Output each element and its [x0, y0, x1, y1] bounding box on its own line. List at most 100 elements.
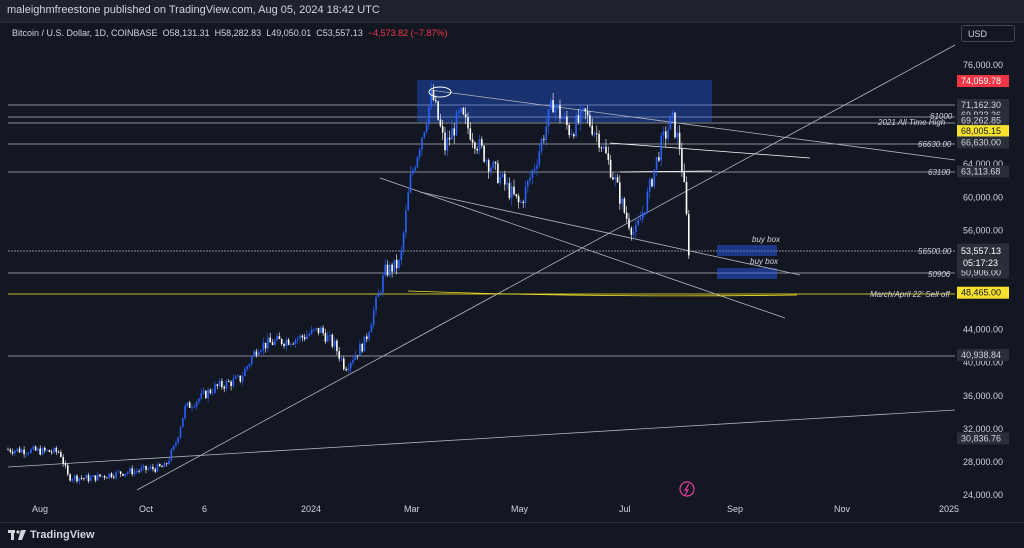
candle-body — [280, 339, 283, 345]
candle-body — [476, 148, 478, 151]
candle-body — [96, 474, 99, 481]
candle-body — [623, 198, 626, 213]
candle-body — [16, 448, 18, 451]
candle-body — [343, 358, 345, 370]
candle-body — [57, 451, 60, 453]
time-tick-label: Sep — [727, 504, 743, 514]
candle-body — [554, 106, 557, 113]
time-axis[interactable]: Aug Oct 6 2024 Mar May Jul Sep Nov 2025 — [32, 504, 959, 514]
candle-body — [648, 179, 651, 192]
candle-body — [423, 132, 426, 138]
price-tag-label: 66,630.00 — [961, 137, 1001, 147]
candle-body — [44, 447, 46, 451]
candle-body — [602, 146, 605, 149]
candle-body — [285, 339, 288, 347]
candle-body — [276, 336, 278, 341]
candle-body — [113, 477, 115, 478]
candle-body — [418, 149, 421, 158]
candle-body — [552, 100, 554, 113]
candle-body — [658, 157, 660, 161]
candle-body — [170, 449, 173, 461]
candle-body — [524, 186, 527, 204]
candle-body — [149, 466, 152, 469]
chart-area[interactable]: 61000 2021 All Time High 66630.00 63100 … — [0, 22, 1024, 522]
candle-body — [361, 343, 363, 352]
candle-body — [142, 465, 145, 468]
candle-body — [395, 259, 398, 269]
candle-body — [377, 292, 380, 298]
candle-body — [324, 333, 327, 342]
candle-body — [487, 160, 490, 172]
candle-body — [267, 337, 269, 349]
candle-body — [632, 231, 635, 235]
candle-body — [23, 449, 25, 455]
candle-body — [299, 335, 301, 339]
candle-body — [278, 336, 281, 340]
candle-body — [520, 201, 522, 203]
candle-body — [110, 473, 113, 478]
candle-body — [94, 475, 97, 481]
candle-body — [605, 146, 607, 154]
candle-body — [460, 107, 462, 112]
candle-body — [198, 398, 200, 402]
candle-body — [504, 173, 506, 185]
candle-body — [568, 125, 570, 136]
candle-body — [30, 449, 32, 454]
annotation-buy-box-2: buy box — [750, 257, 779, 266]
candle-body — [191, 407, 193, 408]
trendline-resistance — [609, 142, 811, 159]
candle-body — [667, 129, 669, 139]
price-tick-label: 60,000.00 — [963, 192, 1003, 202]
candle-body — [681, 149, 683, 171]
candle-body — [287, 339, 290, 345]
candle-body — [303, 337, 306, 340]
candle-body — [566, 116, 568, 126]
current-countdown: 05:17:23 — [963, 258, 998, 268]
candle-body — [458, 111, 460, 113]
candle-body — [290, 343, 292, 345]
candle-body — [99, 474, 101, 477]
candle-body — [69, 474, 71, 481]
candle-body — [315, 327, 317, 330]
candle-body — [159, 464, 161, 467]
candle-body — [506, 183, 508, 185]
candle-body — [152, 466, 154, 469]
candle-body — [570, 134, 573, 136]
candle-body — [412, 170, 414, 174]
candle-body — [269, 337, 271, 343]
candle-body — [628, 218, 630, 229]
candle-body — [234, 376, 237, 379]
candle-body — [184, 405, 186, 419]
price-axis[interactable]: 76,000.0064,000.0060,000.0056,000.0044,0… — [957, 60, 1009, 500]
time-tick-label: Oct — [139, 504, 154, 514]
candle-body — [533, 168, 536, 171]
candle-body — [596, 133, 598, 135]
tradingview-logo[interactable]: TradingView — [8, 529, 95, 541]
price-tick-label: 56,000.00 — [963, 225, 1003, 235]
candle-body — [78, 478, 81, 482]
candle-body — [230, 381, 232, 387]
lightning-icon[interactable] — [679, 481, 695, 497]
candle-body — [165, 463, 168, 465]
time-tick-label: Jul — [619, 504, 631, 514]
candle-body — [451, 128, 453, 140]
candle-body — [630, 228, 633, 235]
candle-body — [579, 109, 582, 123]
candle-body — [508, 183, 511, 199]
candle-body — [499, 176, 501, 183]
candle-body — [439, 119, 442, 126]
candle-body — [90, 477, 92, 481]
candle-body — [653, 169, 656, 187]
price-chart[interactable]: 61000 2021 All Time High 66630.00 63100 … — [0, 22, 1024, 522]
candle-body — [175, 442, 177, 446]
candle-body — [188, 402, 191, 408]
candle-body — [432, 90, 435, 101]
annotation-selloff: March/April 22' Sell off — [870, 290, 951, 299]
candle-body — [27, 453, 30, 454]
candle-body — [297, 338, 299, 340]
annotation-ath-text: 2021 All Time High — [877, 118, 946, 127]
candle-body — [182, 418, 184, 428]
publish-bar: maleighmfreestone published on TradingVi… — [0, 0, 1024, 23]
candle-body — [161, 466, 163, 468]
candle-body — [7, 449, 9, 451]
